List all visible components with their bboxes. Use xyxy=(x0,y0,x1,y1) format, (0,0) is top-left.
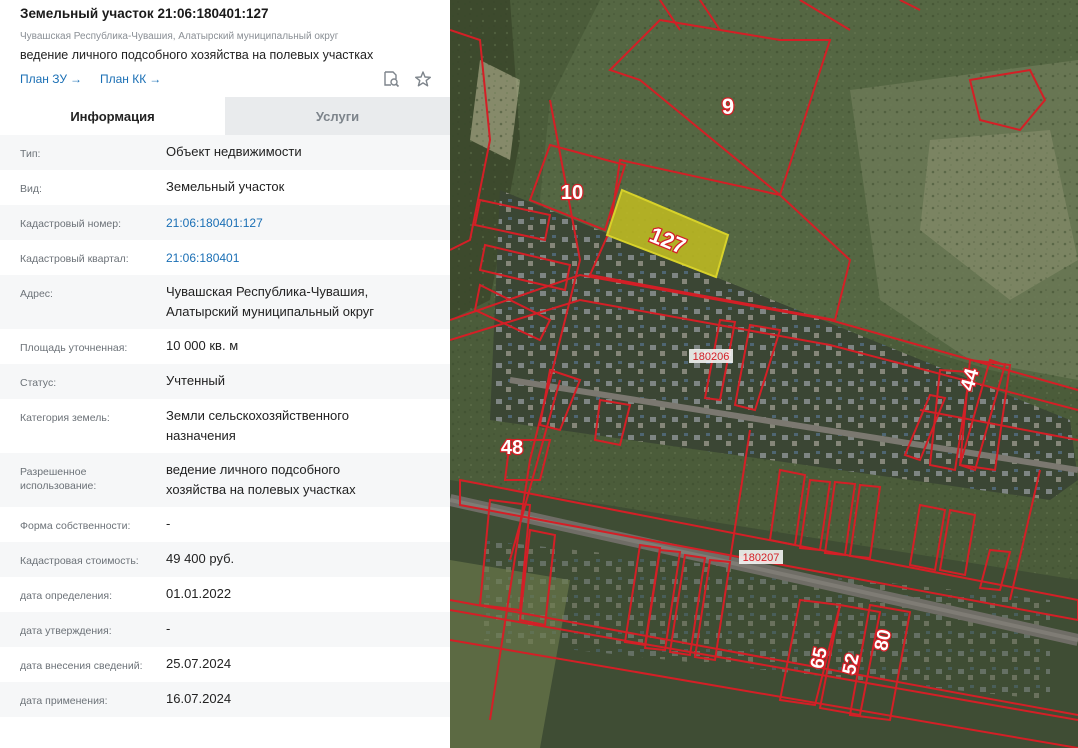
row-label: Категория земель: xyxy=(20,412,110,424)
row-label: Статус: xyxy=(20,377,57,389)
row-label: дата внесения сведений: xyxy=(20,660,143,672)
panel-header: Земельный участок 21:06:180401:127 Чуваш… xyxy=(0,0,450,97)
tab-info[interactable]: Информация xyxy=(0,97,225,135)
search-document-icon[interactable] xyxy=(382,70,400,88)
row-label: Кадастровый квартал: xyxy=(20,253,129,265)
row-value: Чувашская Республика-Чувашия, Алатырский… xyxy=(166,275,430,322)
label-line-2: использование: xyxy=(20,480,97,492)
row-value: Земли сельскохозяйственного назначения xyxy=(166,399,430,446)
tab-bar: Информация Услуги xyxy=(0,97,450,135)
info-panel: Земельный участок 21:06:180401:127 Чуваш… xyxy=(0,0,450,748)
row-value: 01.01.2022 xyxy=(166,586,232,601)
row-area: Площадь уточненная: 10 000 кв. м xyxy=(0,329,450,364)
row-ownership: Форма собственности: - xyxy=(0,507,450,542)
parcel-label-48: 48 xyxy=(501,437,523,459)
plan-kk-label: План КК xyxy=(100,72,147,86)
category-line-2: назначения xyxy=(166,428,236,443)
row-label: Разрешенное использование: xyxy=(20,453,166,493)
quarter-label-180206: 180206 xyxy=(693,351,730,363)
region-text: Чувашская Республика-Чувашия, Алатырский… xyxy=(20,31,339,42)
address-line-2: Алатырский муниципальный округ xyxy=(166,304,375,319)
row-value: 25.07.2024 xyxy=(166,656,232,671)
row-label: Кадастровая стоимость: xyxy=(20,555,139,567)
row-kind: Вид: Земельный участок xyxy=(0,170,450,205)
row-application-date: дата применения: 16.07.2024 xyxy=(0,682,450,717)
parcel-label-10: 10 xyxy=(561,182,583,204)
permitted-use-text: ведение личного подсобного хозяйства на … xyxy=(20,48,374,62)
row-value: Учтенный xyxy=(166,373,226,388)
row-value: 49 400 руб. xyxy=(166,551,235,566)
row-type: Тип: Объект недвижимости xyxy=(0,135,450,170)
plan-zu-link[interactable]: План ЗУ → xyxy=(20,72,82,86)
label-line-1: Разрешенное xyxy=(20,466,87,478)
row-value: 16.07.2024 xyxy=(166,691,232,706)
tab-services[interactable]: Услуги xyxy=(225,97,450,135)
row-approval-date: дата утверждения: - xyxy=(0,612,450,647)
row-address: Адрес: Чувашская Республика-Чувашия, Ала… xyxy=(0,275,450,329)
parcel-label-80: 80 xyxy=(871,628,896,653)
row-entry-date: дата внесения сведений: 25.07.2024 xyxy=(0,647,450,682)
cadastral-number-link[interactable]: 21:06:180401:127 xyxy=(166,205,430,233)
plan-kk-link[interactable]: План КК → xyxy=(100,72,161,86)
row-determination-date: дата определения: 01.01.2022 xyxy=(0,577,450,612)
row-label: Вид: xyxy=(20,183,42,195)
arrow-right-icon: → xyxy=(149,72,162,86)
header-actions xyxy=(382,70,432,88)
row-value: Объект недвижимости xyxy=(166,144,302,159)
row-label: Форма собственности: xyxy=(20,520,131,532)
row-value: 10 000 кв. м xyxy=(166,338,239,353)
cadastral-map[interactable]: 9 10 127 44 48 65 52 80 180206 180207 xyxy=(450,0,1078,748)
page-title: Земельный участок 21:06:180401:127 xyxy=(20,6,269,21)
row-label: дата утверждения: xyxy=(20,625,112,637)
row-status: Статус: Учтенный xyxy=(0,364,450,399)
parcel-label-52: 52 xyxy=(839,652,864,677)
row-cadastral-quarter: Кадастровый квартал: 21:06:180401 xyxy=(0,240,450,275)
address-line-1: Чувашская Республика-Чувашия, xyxy=(166,284,369,299)
row-label: Адрес: xyxy=(20,288,53,300)
parcel-label-9: 9 xyxy=(722,94,734,119)
map-canvas[interactable]: 9 10 127 44 48 65 52 80 180206 180207 xyxy=(450,0,1078,748)
row-label: Кадастровый номер: xyxy=(20,218,122,230)
row-value: - xyxy=(166,516,171,531)
use-line-2: хозяйства на полевых участках xyxy=(166,482,356,497)
row-cadastral-number: Кадастровый номер: 21:06:180401:127 xyxy=(0,205,450,240)
cadastral-quarter-link[interactable]: 21:06:180401 xyxy=(166,240,430,268)
row-label: дата определения: xyxy=(20,590,113,602)
category-line-1: Земли сельскохозяйственного xyxy=(166,408,349,423)
row-permitted-use: Разрешенное использование: ведение лично… xyxy=(0,453,450,507)
arrow-right-icon: → xyxy=(70,72,82,86)
row-cadastral-cost: Кадастровая стоимость: 49 400 руб. xyxy=(0,542,450,577)
row-label: дата применения: xyxy=(20,695,108,707)
star-icon[interactable] xyxy=(414,70,432,88)
row-land-category: Категория земель: Земли сельскохозяйстве… xyxy=(0,399,450,453)
attributes-list: Тип: Объект недвижимости Вид: Земельный … xyxy=(0,135,450,717)
row-value: Земельный участок xyxy=(166,179,285,194)
use-line-1: ведение личного подсобного xyxy=(166,462,341,477)
row-label: Тип: xyxy=(20,148,41,160)
row-value: - xyxy=(166,621,171,636)
plan-links: План ЗУ → План КК → xyxy=(20,72,161,86)
plan-zu-label: План ЗУ xyxy=(20,72,67,86)
row-label: Площадь уточненная: xyxy=(20,342,128,354)
quarter-label-180207: 180207 xyxy=(743,552,780,564)
row-value: ведение личного подсобного хозяйства на … xyxy=(166,453,430,500)
